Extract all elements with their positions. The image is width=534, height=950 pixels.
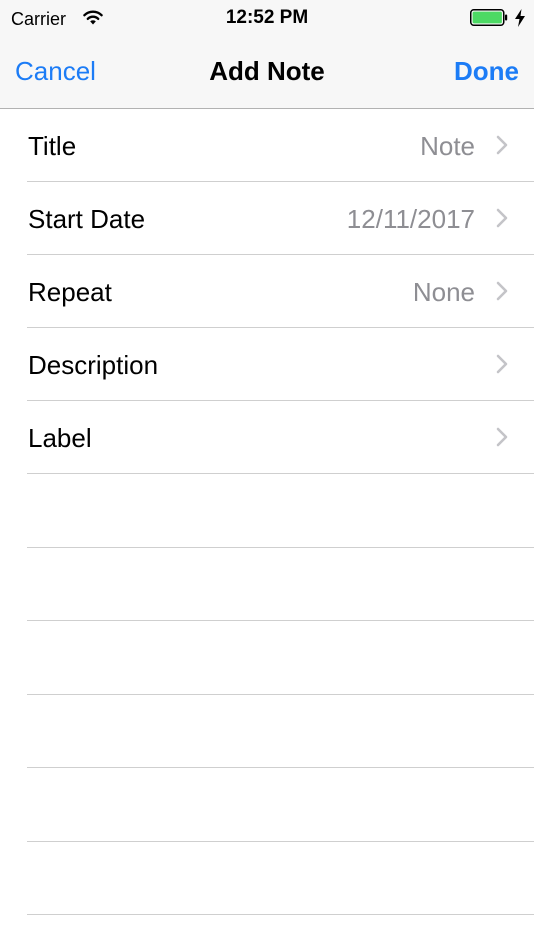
row-repeat-value: None	[412, 277, 475, 307]
row-label[interactable]: Label	[0, 401, 534, 474]
empty-row	[0, 842, 534, 916]
row-title-value: Note	[420, 131, 475, 161]
status-time: 12:52 PM	[225, 7, 309, 28]
row-label-label: Label	[28, 423, 92, 453]
row-start-date[interactable]: Start Date 12/11/2017	[0, 182, 534, 255]
charging-bolt-icon	[515, 9, 525, 27]
empty-row	[0, 768, 534, 842]
chevron-right-icon	[496, 427, 508, 447]
row-title-label: Title	[28, 131, 77, 161]
status-bar: Carrier 12:52 PM	[0, 0, 534, 38]
battery-icon	[470, 9, 508, 26]
chevron-right-icon	[496, 208, 508, 228]
empty-row	[0, 695, 534, 769]
empty-row	[0, 548, 534, 622]
done-button[interactable]: Done	[454, 56, 519, 86]
navigation-bar: Cancel Add Note Done	[0, 38, 534, 109]
chevron-right-icon	[496, 354, 508, 374]
row-start-date-value: 12/11/2017	[346, 204, 475, 234]
row-title[interactable]: Title Note	[0, 109, 534, 182]
row-repeat-label: Repeat	[28, 277, 112, 307]
chevron-right-icon	[496, 135, 508, 155]
empty-row	[0, 621, 534, 695]
chevron-right-icon	[496, 281, 508, 301]
row-start-date-label: Start Date	[28, 204, 146, 234]
row-description[interactable]: Description	[0, 328, 534, 401]
row-description-label: Description	[28, 350, 159, 380]
empty-row	[0, 474, 534, 548]
note-form-list: Title Note Start Date 12/11/2017 Repeat …	[0, 109, 534, 915]
row-repeat[interactable]: Repeat None	[0, 255, 534, 328]
